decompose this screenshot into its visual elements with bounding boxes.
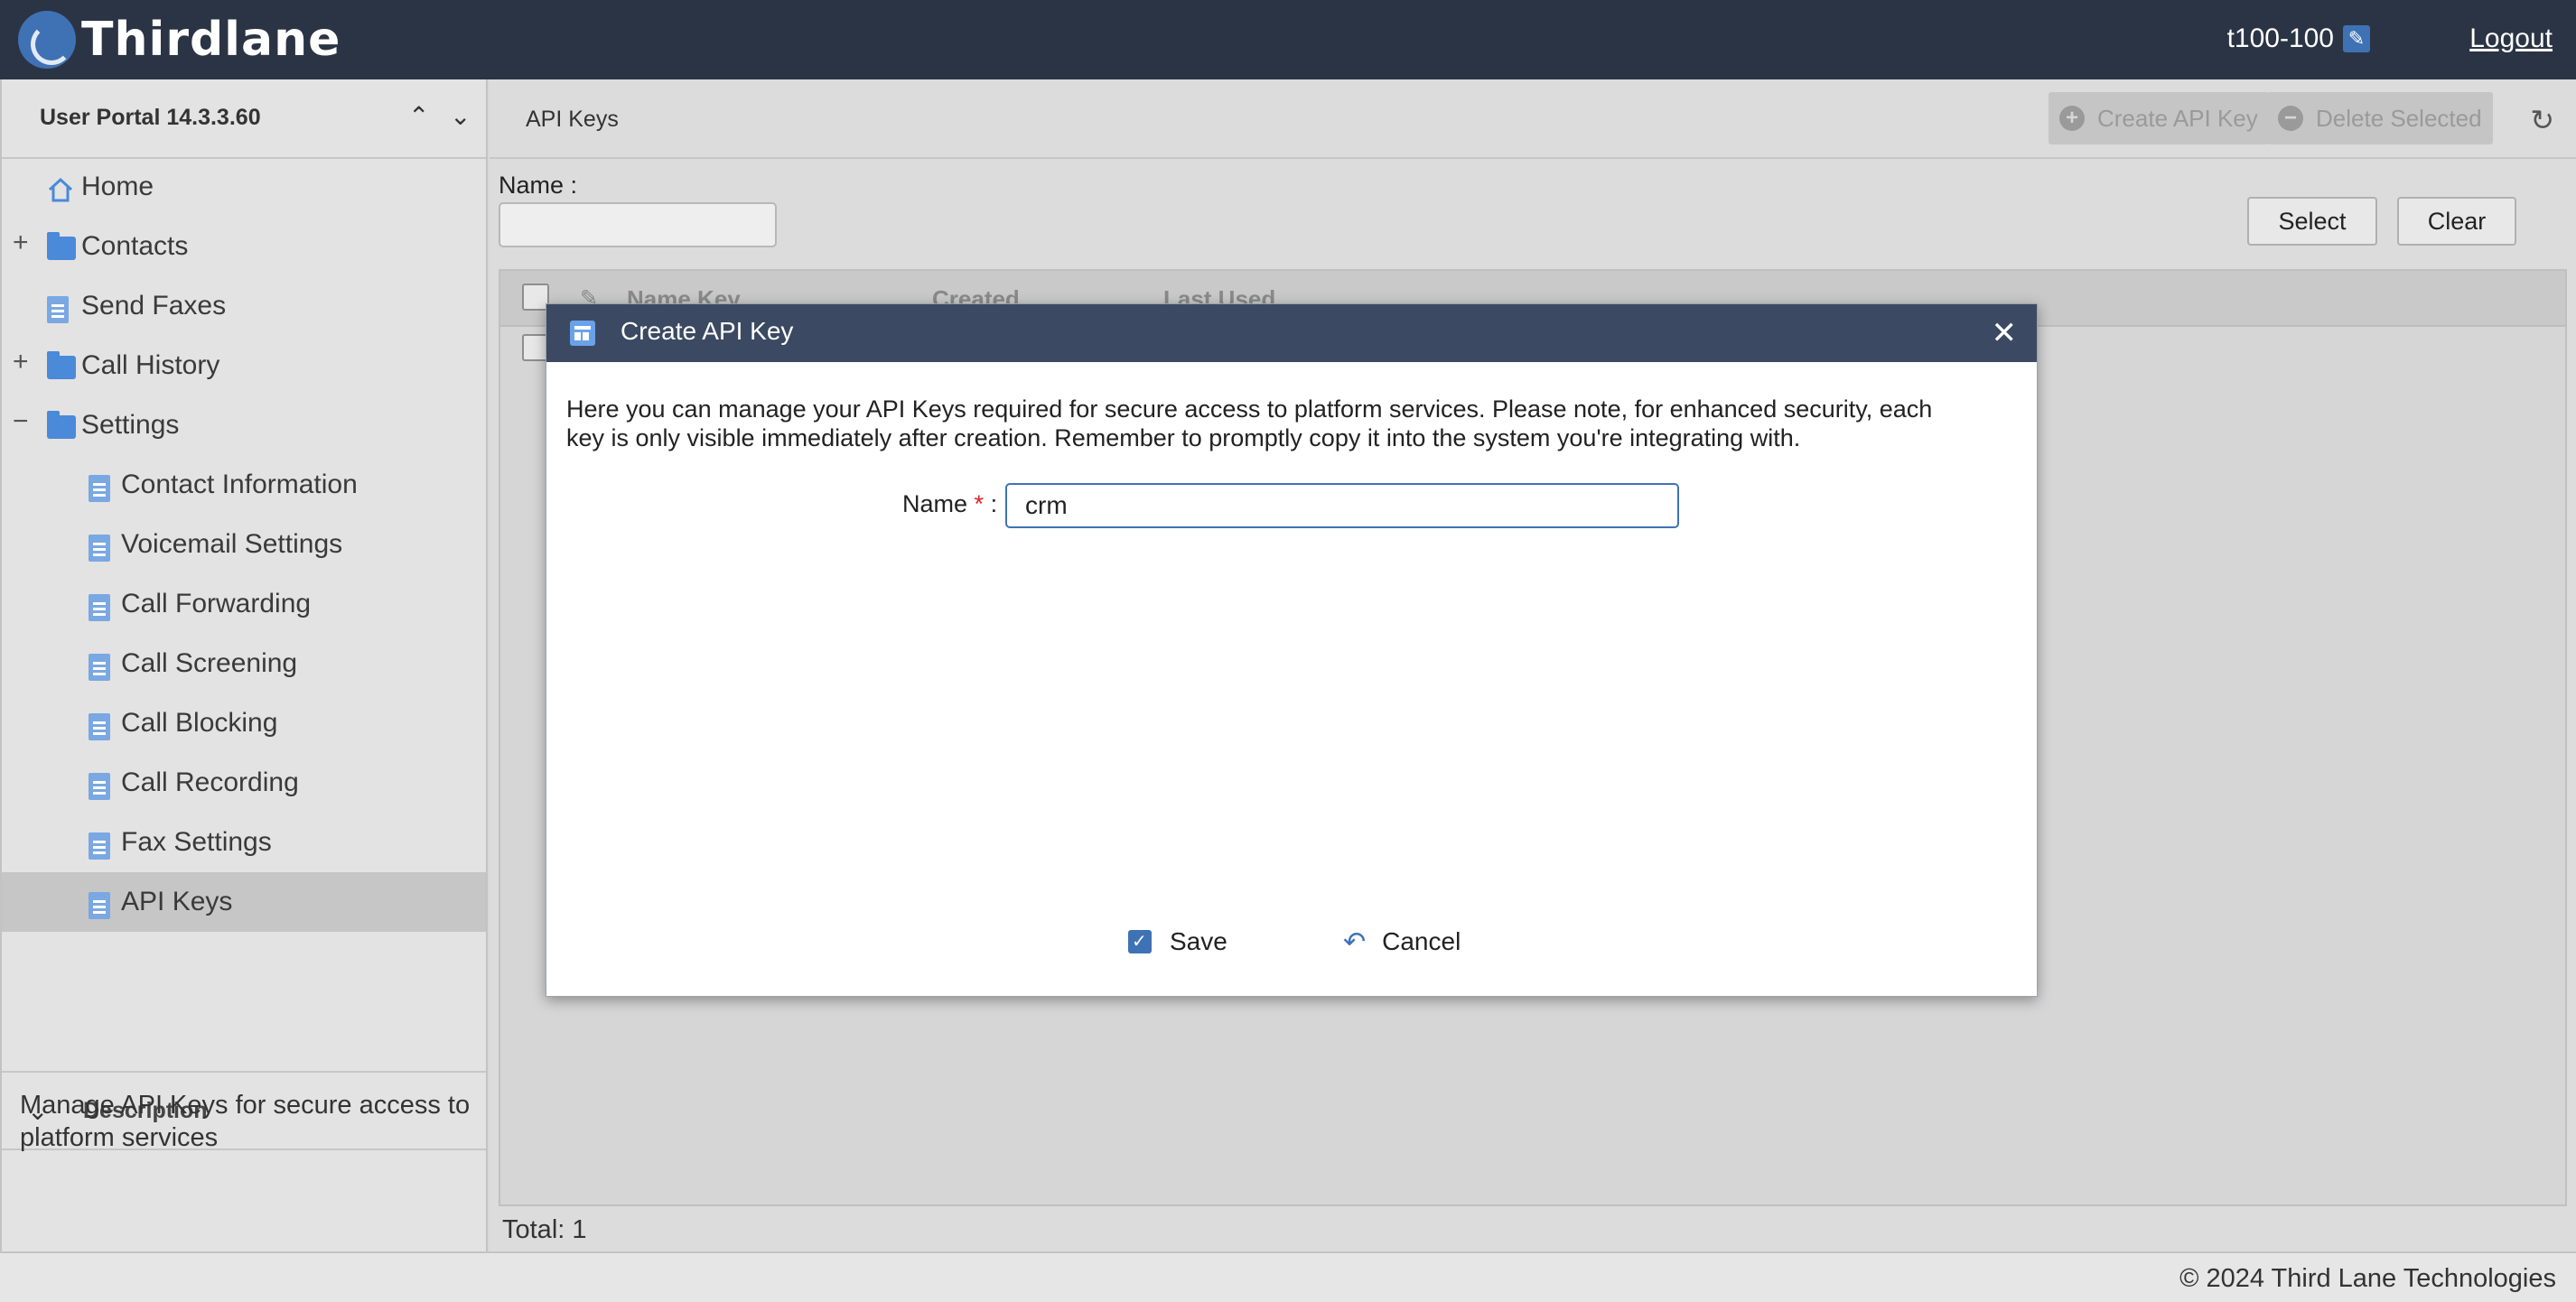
name-field[interactable] bbox=[1005, 483, 1679, 528]
footer: © 2024 Third Lane Technologies bbox=[0, 1251, 2576, 1302]
page-title: API Keys bbox=[526, 107, 619, 132]
expand-toggle[interactable]: + bbox=[13, 228, 29, 258]
create-api-key-label: Create API Key bbox=[2097, 104, 2258, 132]
delete-selected-button[interactable]: − Delete Selected bbox=[2267, 92, 2493, 144]
collapse-all-icon[interactable]: ⌃ bbox=[408, 101, 429, 131]
sidebar-item-label: Home bbox=[81, 172, 154, 201]
sidebar-item-contacts[interactable]: + Contacts bbox=[2, 217, 486, 276]
sidebar-item-label: Voicemail Settings bbox=[121, 529, 343, 559]
logo-text: Thirdlane bbox=[81, 13, 341, 67]
total-count: Total: 1 bbox=[502, 1215, 587, 1244]
document-icon bbox=[89, 475, 110, 502]
sidebar-nav: Home + Contacts Send Faxes + Call Histor… bbox=[2, 157, 486, 932]
sidebar-item-voicemail-settings[interactable]: Voicemail Settings bbox=[2, 515, 486, 574]
sidebar-item-call-blocking[interactable]: Call Blocking bbox=[2, 693, 486, 753]
cancel-button[interactable]: ↶ Cancel bbox=[1343, 922, 1461, 962]
document-icon bbox=[89, 773, 110, 800]
document-icon bbox=[89, 713, 110, 740]
sidebar-item-label: Call Screening bbox=[121, 648, 298, 678]
wrench-icon[interactable]: ✎ bbox=[2343, 25, 2370, 52]
name-filter-label: Name : bbox=[499, 172, 578, 199]
sidebar-item-label: Call Blocking bbox=[121, 708, 278, 738]
plus-icon: + bbox=[2059, 106, 2085, 131]
document-icon bbox=[89, 594, 110, 621]
sidebar-item-label: API Keys bbox=[121, 887, 233, 916]
dialog-description: Here you can manage your API Keys requir… bbox=[566, 395, 1933, 451]
copyright-text: © 2024 Third Lane Technologies bbox=[2179, 1264, 2556, 1293]
sidebar-item-label: Settings bbox=[81, 410, 180, 440]
sidebar: User Portal 14.3.3.60 ⌃ ⌄ Home + Contact… bbox=[0, 79, 488, 1251]
document-icon bbox=[89, 535, 110, 562]
sidebar-item-call-forwarding[interactable]: Call Forwarding bbox=[2, 574, 486, 634]
sidebar-item-fax-settings[interactable]: Fax Settings bbox=[2, 813, 486, 872]
cancel-label: Cancel bbox=[1382, 927, 1461, 955]
sidebar-item-label: Contacts bbox=[81, 231, 189, 261]
sidebar-item-label: Contact Information bbox=[121, 470, 358, 499]
select-button[interactable]: Select bbox=[2247, 197, 2377, 246]
sidebar-item-label: Call Forwarding bbox=[121, 589, 312, 618]
sidebar-header: User Portal 14.3.3.60 ⌃ ⌄ bbox=[2, 79, 486, 159]
required-marker: * bbox=[974, 490, 985, 517]
collapse-toggle[interactable]: − bbox=[13, 406, 29, 437]
top-bar: Thirdlane t100-100 ✎ Logout bbox=[0, 0, 2576, 79]
name-field-label: Name * : bbox=[902, 490, 998, 517]
logout-link[interactable]: Logout bbox=[2469, 23, 2553, 54]
user-name: t100-100 bbox=[2226, 23, 2334, 53]
sidebar-title: User Portal 14.3.3.60 bbox=[40, 105, 261, 130]
home-icon bbox=[48, 177, 73, 202]
undo-icon: ↶ bbox=[1343, 926, 1367, 957]
sidebar-item-label: Fax Settings bbox=[121, 827, 272, 857]
sidebar-item-label: Call History bbox=[81, 350, 220, 380]
document-icon bbox=[47, 296, 69, 323]
expand-toggle[interactable]: + bbox=[13, 347, 29, 377]
document-icon bbox=[89, 892, 110, 919]
sidebar-item-api-keys[interactable]: API Keys bbox=[2, 872, 486, 932]
sidebar-item-label: Send Faxes bbox=[81, 291, 227, 321]
logo-mark-icon bbox=[18, 11, 76, 69]
dialog-title: Create API Key bbox=[621, 317, 794, 345]
create-api-key-button[interactable]: + Create API Key bbox=[2049, 92, 2269, 144]
folder-icon bbox=[47, 411, 76, 439]
description-text: Manage API Keys for secure access to pla… bbox=[20, 1091, 471, 1152]
sidebar-item-home[interactable]: Home bbox=[2, 157, 486, 217]
folder-icon bbox=[47, 351, 76, 379]
minus-icon: − bbox=[2278, 106, 2303, 131]
sidebar-item-call-recording[interactable]: Call Recording bbox=[2, 753, 486, 813]
expand-all-icon[interactable]: ⌄ bbox=[450, 101, 471, 131]
sidebar-item-call-history[interactable]: + Call History bbox=[2, 336, 486, 395]
sidebar-item-contact-information[interactable]: Contact Information bbox=[2, 455, 486, 515]
document-icon bbox=[89, 832, 110, 860]
close-icon[interactable]: ✕ bbox=[1992, 315, 2018, 351]
save-button[interactable]: Save bbox=[1128, 922, 1227, 962]
save-icon bbox=[1128, 930, 1152, 953]
document-icon bbox=[89, 654, 110, 681]
window-icon bbox=[570, 321, 595, 346]
clear-button[interactable]: Clear bbox=[2397, 197, 2516, 246]
dialog-header: Create API Key ✕ bbox=[546, 304, 2037, 362]
sidebar-item-send-faxes[interactable]: Send Faxes bbox=[2, 276, 486, 336]
name-label-text: Name bbox=[902, 490, 968, 517]
name-filter-input[interactable] bbox=[499, 202, 777, 247]
delete-selected-label: Delete Selected bbox=[2316, 104, 2482, 132]
create-api-key-dialog: Create API Key ✕ Here you can manage you… bbox=[546, 303, 2038, 997]
refresh-icon[interactable]: ↻ bbox=[2530, 103, 2554, 137]
main-header: API Keys + Create API Key − Delete Selec… bbox=[490, 79, 2576, 159]
folder-icon bbox=[47, 232, 76, 260]
thirdlane-logo: Thirdlane bbox=[18, 7, 341, 72]
sidebar-item-call-screening[interactable]: Call Screening bbox=[2, 634, 486, 693]
save-label: Save bbox=[1170, 927, 1227, 955]
sidebar-item-label: Call Recording bbox=[121, 767, 299, 797]
sidebar-item-settings[interactable]: − Settings bbox=[2, 395, 486, 455]
